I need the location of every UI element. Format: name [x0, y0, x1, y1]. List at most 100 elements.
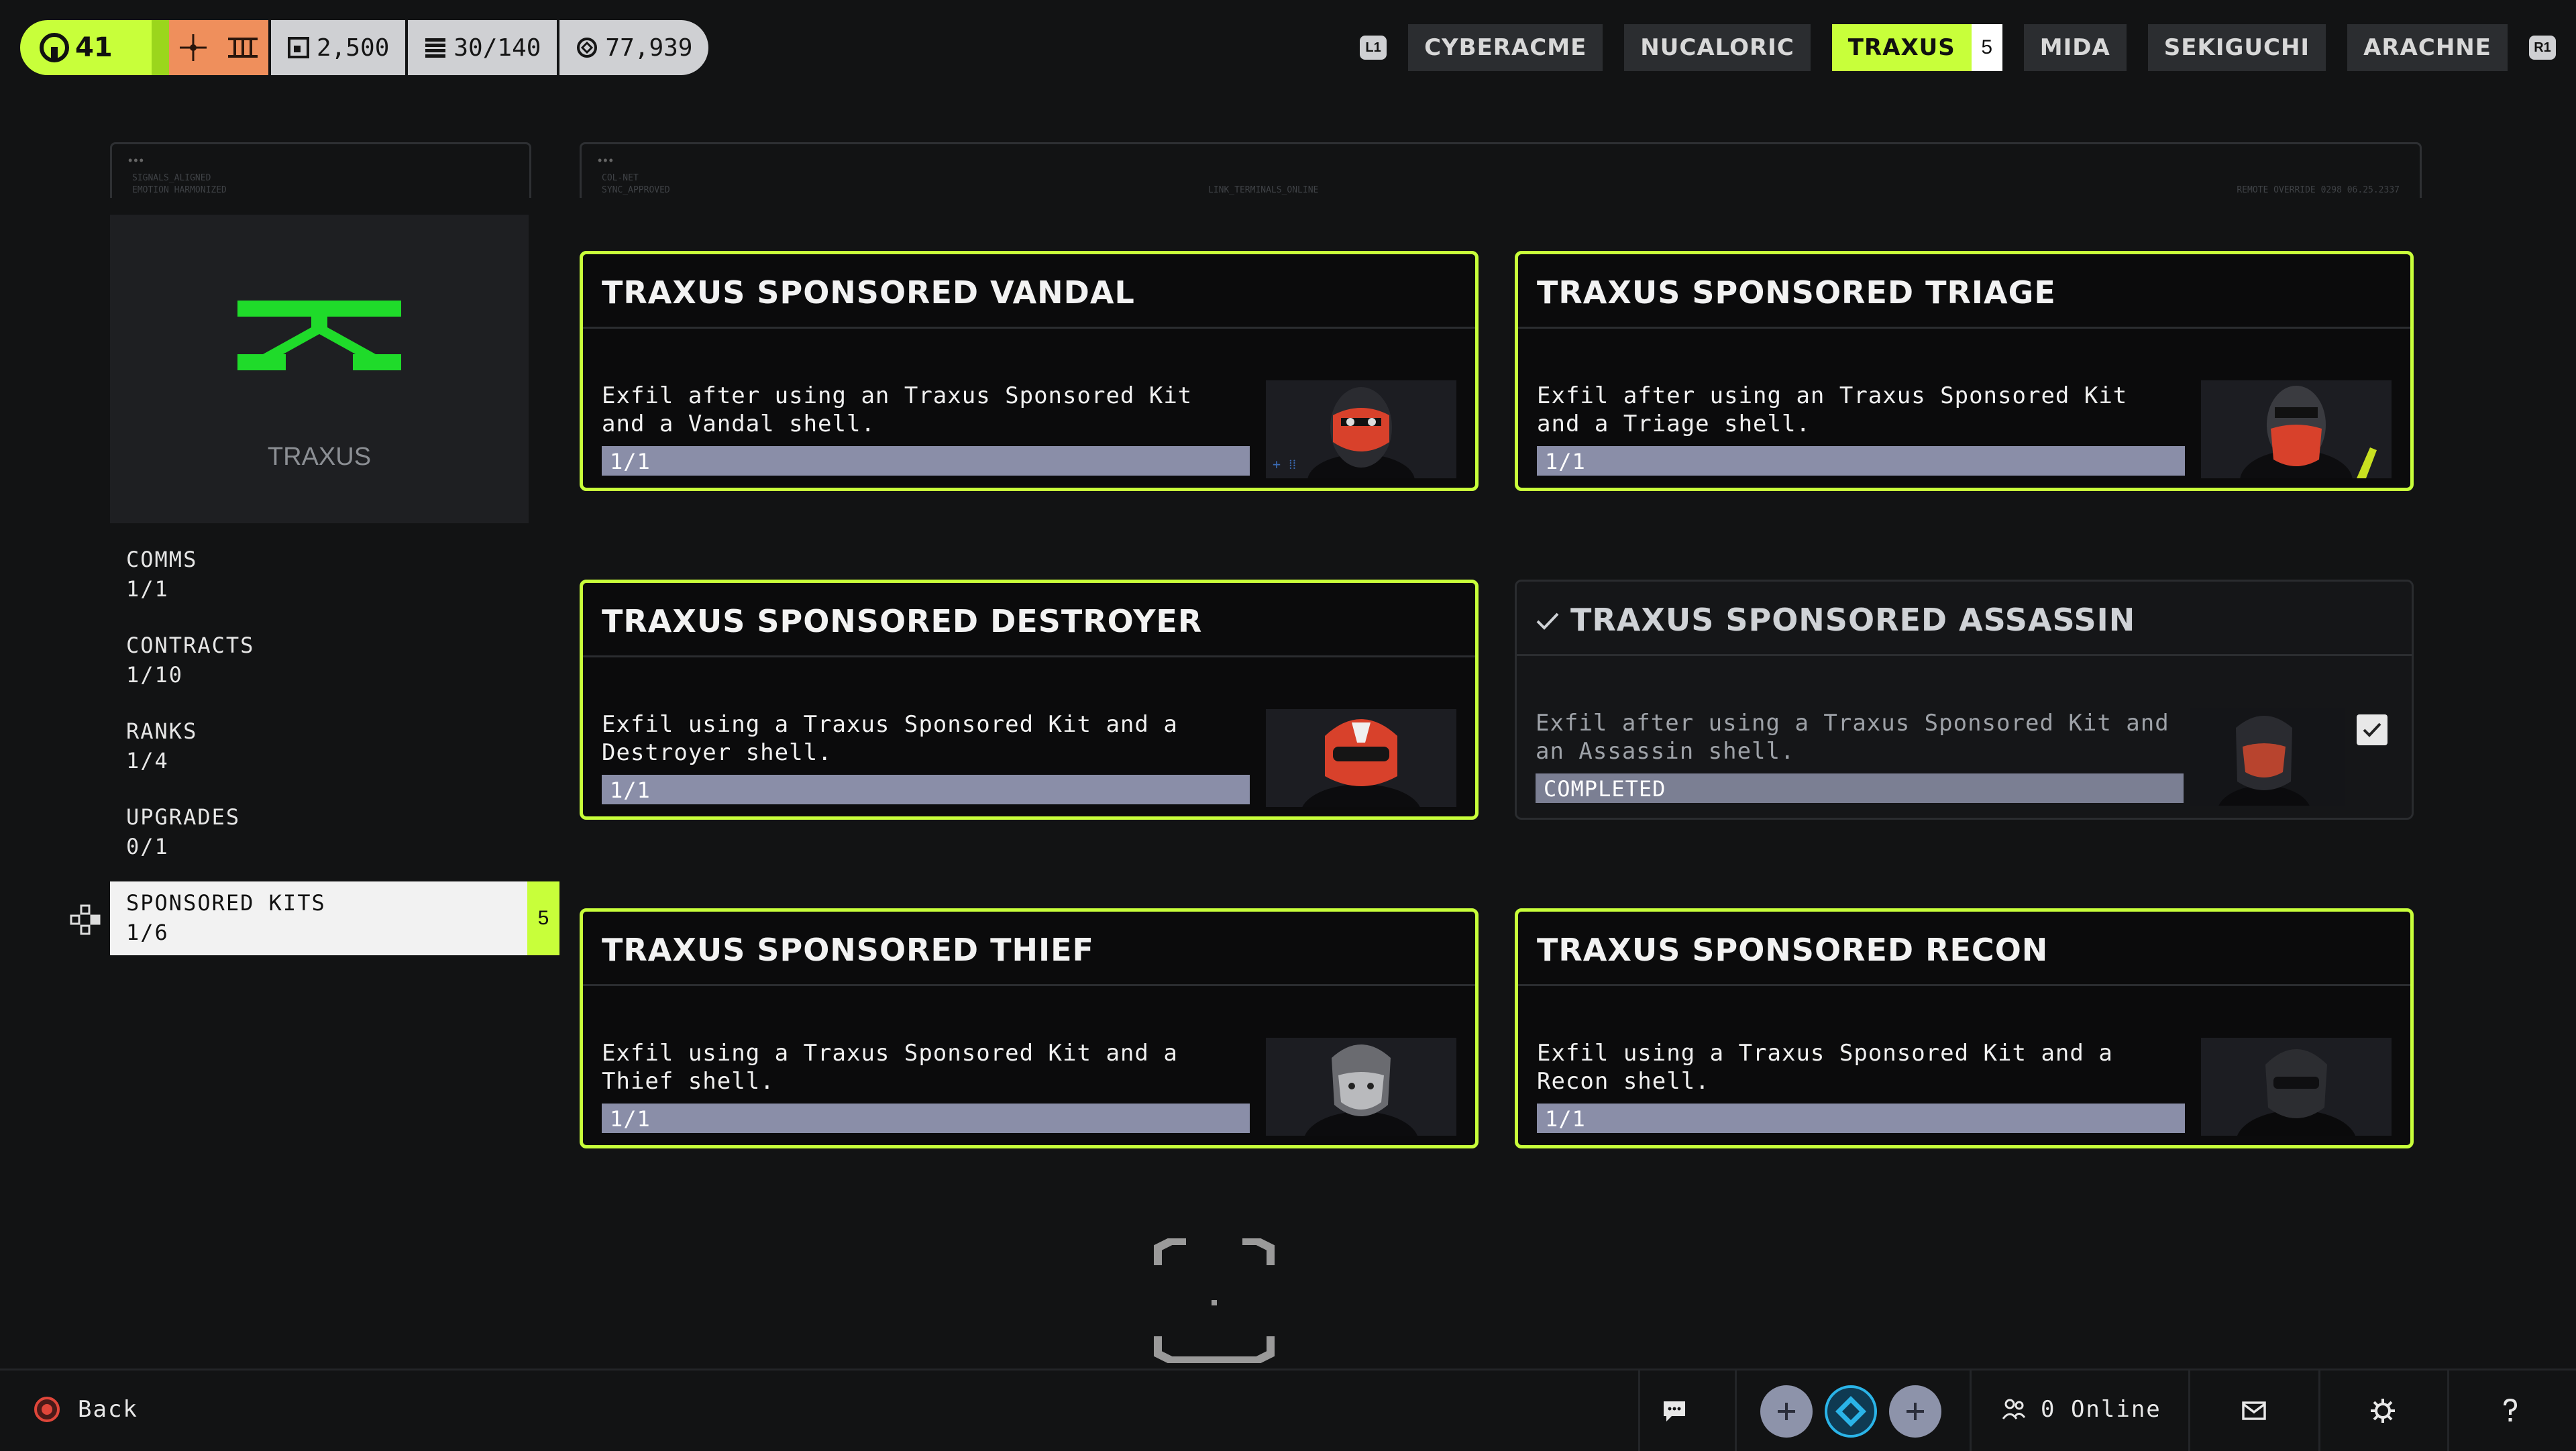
back-button[interactable]: Back	[34, 1396, 138, 1423]
card-title: TRAXUS SPONSORED VANDAL	[602, 274, 1135, 311]
card-status-text: COMPLETED	[1544, 776, 1666, 802]
shell-portrait-image	[2201, 1038, 2392, 1136]
coin-icon	[577, 38, 598, 58]
tally-icon	[228, 38, 258, 58]
main-header-frame: ••• COL-NET SYNC_APPROVED LINK_TERMINALS…	[580, 142, 2422, 198]
card-progress-bar: 1/1	[602, 446, 1250, 476]
card-progress-text: 1/1	[610, 449, 651, 474]
tab-traxus-count: 5	[1971, 24, 2002, 71]
contract-card-destroyer[interactable]: TRAXUS SPONSORED DESTROYER Exfil using a…	[580, 580, 1479, 820]
stat-stash[interactable]: 30/140	[405, 20, 557, 75]
sidebar-item-label: CONTRACTS	[126, 633, 255, 658]
left-header-frame: ••• SIGNALS_ALIGNED EMOTION HARMONIZED	[110, 142, 531, 198]
card-progress-bar: 1/1	[1537, 446, 2185, 476]
circle-button-icon	[34, 1397, 60, 1422]
player-status-bar: 41 2,500 30/140 77,939	[20, 20, 709, 75]
add-party-left-button[interactable]	[1760, 1385, 1813, 1438]
stat-currency[interactable]: 77,939	[557, 20, 709, 75]
shell-portrait-image	[1266, 709, 1456, 807]
sidebar-item-ranks[interactable]: RANKS 1/4	[126, 716, 529, 775]
l1-key-icon[interactable]: L1	[1360, 36, 1387, 60]
shell-portrait-image	[2190, 708, 2345, 806]
header-text: EMOTION HARMONIZED	[132, 185, 227, 195]
help-icon[interactable]	[2496, 1396, 2525, 1426]
card-title: TRAXUS SPONSORED ASSASSIN	[1570, 602, 2136, 638]
header-text: COL-NET	[602, 173, 639, 183]
card-description: Exfil after using an Traxus Sponsored Ki…	[602, 382, 1193, 437]
level-value: 41	[75, 32, 113, 63]
svg-text:+ ⁞⁞: + ⁞⁞	[1273, 456, 1296, 472]
dots-icon: •••	[128, 154, 145, 167]
sidebar-item-contracts[interactable]: CONTRACTS 1/10	[126, 631, 529, 690]
tab-arachne[interactable]: ARACHNE	[2347, 24, 2508, 71]
shell-portrait-image	[1266, 1038, 1456, 1136]
add-party-right-button[interactable]	[1889, 1385, 1941, 1438]
faction-tabs: L1 CYBERACME NUCALORIC TRAXUS 5 MIDA SEK…	[1360, 24, 2556, 71]
sidebar-item-progress: 1/1	[126, 576, 169, 602]
card-description: Exfil using a Traxus Sponsored Kit and a…	[602, 1040, 1178, 1095]
header-text: SIGNALS_ALIGNED	[132, 173, 211, 183]
header-center-text: LINK_TERMINALS_ONLINE	[1208, 185, 1319, 195]
r1-key-icon[interactable]: R1	[2529, 36, 2556, 60]
shell-portrait-image: + ⁞⁞	[1266, 380, 1456, 478]
sidebar-item-progress: 1/10	[126, 662, 184, 688]
card-description: Exfil after using an Traxus Sponsored Ki…	[1537, 382, 2128, 437]
card-title: TRAXUS SPONSORED TRIAGE	[1537, 274, 2056, 311]
tab-mida[interactable]: MIDA	[2023, 24, 2127, 71]
faction-logo-panel: TRAXUS	[110, 215, 529, 523]
player-avatar[interactable]	[1825, 1385, 1877, 1438]
tab-sekiguchi[interactable]: SEKIGUCHI	[2147, 24, 2326, 71]
contract-card-thief[interactable]: TRAXUS SPONSORED THIEF Exfil using a Tra…	[580, 908, 1479, 1148]
shell-portrait-image	[2201, 380, 2392, 478]
dots-icon: •••	[598, 154, 614, 167]
sidebar-item-badge: 5	[527, 881, 559, 955]
card-description: Exfil using a Traxus Sponsored Kit and a…	[1537, 1040, 2113, 1095]
sidebar-item-label: COMMS	[126, 547, 198, 572]
card-progress-bar: 1/1	[602, 775, 1250, 804]
card-progress-bar: 1/1	[1537, 1104, 2185, 1133]
tab-nucaloric[interactable]: NUCALORIC	[1624, 24, 1811, 71]
crosshair-icon	[180, 34, 207, 61]
card-progress-text: 1/1	[610, 1106, 651, 1132]
faction-name: TRAXUS	[267, 443, 372, 471]
sidebar-item-label: RANKS	[126, 718, 198, 744]
sidebar-item-progress: 0/1	[126, 834, 169, 859]
online-count: 0 Online	[2041, 1396, 2161, 1423]
card-description: Exfil using a Traxus Sponsored Kit and a…	[602, 711, 1178, 766]
checkmark-icon	[1536, 612, 1559, 630]
sidebar-item-upgrades[interactable]: UPGRADES 0/1	[126, 802, 529, 861]
sidebar-item-comms[interactable]: COMMS 1/1	[126, 545, 529, 604]
card-title: TRAXUS SPONSORED DESTROYER	[602, 603, 1203, 639]
tab-traxus[interactable]: TRAXUS	[1831, 24, 1972, 71]
stack-icon	[425, 38, 446, 58]
card-progress-text: 1/1	[1545, 1106, 1586, 1132]
stat-credits[interactable]: 2,500	[268, 20, 406, 75]
plus-icon	[1907, 1403, 1924, 1420]
card-title: TRAXUS SPONSORED THIEF	[602, 932, 1094, 968]
card-progress-text: 1/1	[1545, 449, 1586, 474]
card-progress-bar: 1/1	[602, 1104, 1250, 1133]
contract-card-triage[interactable]: TRAXUS SPONSORED TRIAGE Exfil after usin…	[1515, 251, 2414, 491]
level-badge[interactable]: 41	[20, 20, 169, 75]
contract-card-assassin[interactable]: TRAXUS SPONSORED ASSASSIN Exfil after us…	[1515, 580, 2414, 820]
stat-value: 30/140	[453, 34, 541, 62]
stat-value: 77,939	[605, 34, 693, 62]
mail-icon[interactable]	[2239, 1396, 2269, 1426]
loading-bracket-icon	[1154, 1238, 1275, 1363]
contract-card-recon[interactable]: TRAXUS SPONSORED RECON Exfil using a Tra…	[1515, 908, 2414, 1148]
player-icon	[40, 33, 69, 62]
bottom-bar: Back 0 Online	[0, 1368, 2576, 1451]
contract-card-vandal[interactable]: TRAXUS SPONSORED VANDAL Exfil after usin…	[580, 251, 1479, 491]
sidebar-item-label: UPGRADES	[126, 804, 241, 830]
rank-segment[interactable]	[169, 20, 268, 75]
card-description: Exfil after using a Traxus Sponsored Kit…	[1536, 710, 2169, 765]
friends-online-button[interactable]: 0 Online	[2000, 1396, 2161, 1423]
plus-icon	[1778, 1403, 1795, 1420]
chat-icon[interactable]	[1660, 1396, 1689, 1426]
back-label: Back	[78, 1396, 138, 1423]
tab-cyberacme[interactable]: CYBERACME	[1408, 24, 1603, 71]
avatar-icon	[1835, 1396, 1866, 1427]
header-text: SYNC_APPROVED	[602, 185, 670, 195]
sidebar-item-sponsored-kits[interactable]: SPONSORED KITS 1/6	[110, 881, 527, 955]
gear-icon[interactable]	[2368, 1396, 2398, 1426]
